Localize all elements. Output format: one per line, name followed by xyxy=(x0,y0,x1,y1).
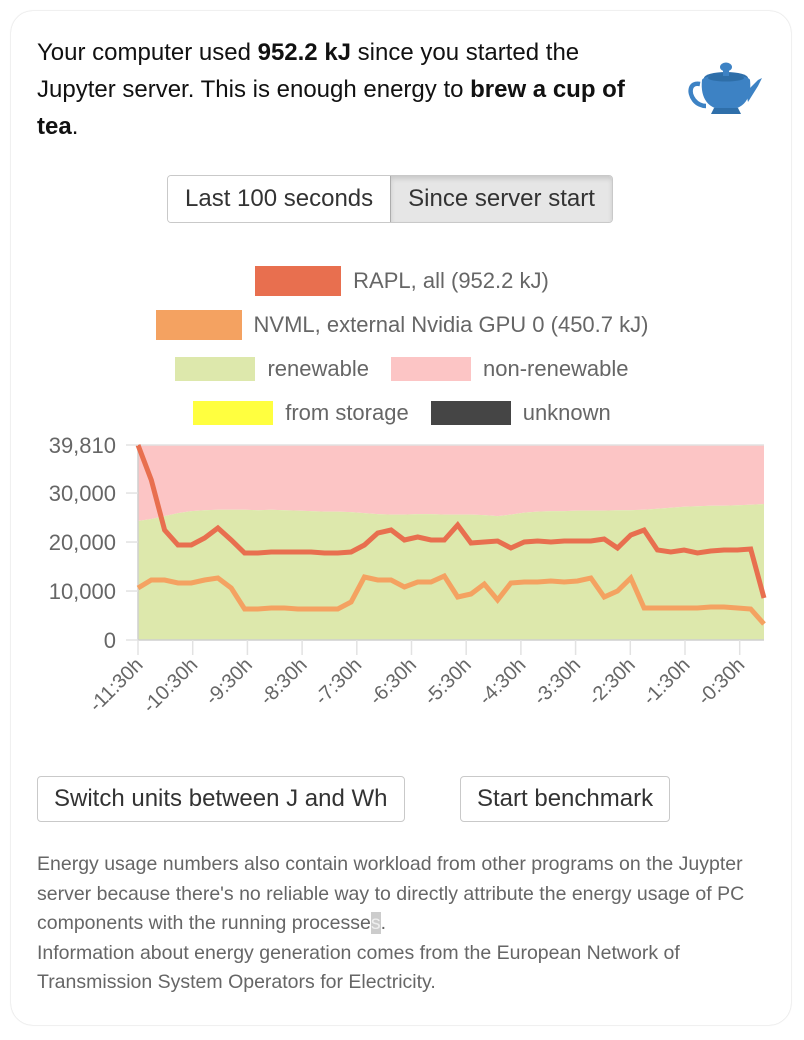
x-tick-label: -4:30h xyxy=(475,654,531,710)
x-tick-label: -6:30h xyxy=(365,654,421,710)
footer-text: . xyxy=(380,912,387,934)
time-range-toggle: Last 100 seconds Since server start xyxy=(167,175,613,223)
legend-swatch-nvml xyxy=(155,310,242,340)
legend-swatch-renewable xyxy=(175,357,256,381)
x-tick-label: -9:30h xyxy=(201,654,257,710)
y-tick-label: 39,810 xyxy=(49,433,116,458)
y-tick-label: 20,000 xyxy=(49,530,116,555)
x-tick-label: -5:30h xyxy=(420,654,476,710)
legend-swatch-non-renewable xyxy=(390,357,471,381)
y-tick-label: 10,000 xyxy=(49,579,116,604)
legend-row-4: from storage unknown xyxy=(0,400,804,426)
legend-item-non-renewable[interactable]: non-renewable xyxy=(390,356,629,382)
text-selection: s xyxy=(370,912,381,934)
legend-item-from-storage[interactable]: from storage xyxy=(193,400,409,426)
energy-summary: Your computer used 952.2 kJ since you st… xyxy=(37,34,657,145)
legend-label: NVML, external Nvidia GPU 0 (450.7 kJ) xyxy=(253,312,649,337)
start-benchmark-button[interactable]: Start benchmark xyxy=(460,776,671,822)
legend-item-rapl[interactable]: RAPL, all (952.2 kJ) xyxy=(255,266,549,296)
range-since-server-start-button[interactable]: Since server start xyxy=(390,176,612,222)
footer-notes: Energy usage numbers also contain worklo… xyxy=(37,850,757,998)
x-tick-label: -2:30h xyxy=(584,654,640,710)
footer-text: Energy usage numbers also contain worklo… xyxy=(37,853,745,934)
legend-label: non-renewable xyxy=(482,356,629,381)
legend-label: from storage xyxy=(285,400,409,425)
footer-source-note: Information about energy generation come… xyxy=(37,941,680,994)
legend-row-2: NVML, external Nvidia GPU 0 (450.7 kJ) xyxy=(0,310,804,340)
range-last-100-seconds-button[interactable]: Last 100 seconds xyxy=(168,176,391,222)
y-tick-label: 30,000 xyxy=(49,481,116,506)
x-tick-label: -10:30h xyxy=(139,654,203,718)
x-tick-label: -1:30h xyxy=(639,654,695,710)
x-axis: -11:30h-10:30h -9:30h -8:30h -7:30h -6:30h -5… xyxy=(85,640,749,718)
energy-chart: 0 10,000 20,000 30,000 39,810 -11:30h-10:30h… xyxy=(49,433,767,718)
legend-label: RAPL, all (952.2 kJ) xyxy=(353,268,549,293)
x-tick-label: -8:30h xyxy=(256,654,312,710)
legend-item-renewable[interactable]: renewable xyxy=(175,356,369,382)
legend-row-3: renewable non-renewable xyxy=(0,356,804,382)
renewable-area xyxy=(138,504,764,640)
legend-swatch-unknown xyxy=(430,401,511,425)
legend-item-nvml[interactable]: NVML, external Nvidia GPU 0 (450.7 kJ) xyxy=(155,310,649,340)
legend-label: unknown xyxy=(522,400,611,425)
switch-units-button[interactable]: Switch units between J and Wh xyxy=(37,776,405,822)
x-tick-label: -3:30h xyxy=(529,654,585,710)
footer-workload-note: Energy usage numbers also contain worklo… xyxy=(37,850,757,939)
x-tick-label: -11:30h xyxy=(85,654,147,716)
summary-suffix: . xyxy=(71,113,79,140)
legend-item-unknown[interactable]: unknown xyxy=(430,400,611,426)
energy-total: 952.2 kJ xyxy=(257,39,352,66)
summary-prefix: Your computer used xyxy=(37,39,258,66)
teapot-icon xyxy=(688,62,762,114)
legend-row-1: RAPL, all (952.2 kJ) xyxy=(0,266,804,296)
legend-swatch-from-storage xyxy=(193,401,274,425)
x-tick-label: -0:30h xyxy=(694,654,750,710)
x-tick-label: -7:30h xyxy=(311,654,367,710)
legend-swatch-rapl xyxy=(255,266,342,296)
legend-label: renewable xyxy=(267,356,369,381)
y-tick-label: 0 xyxy=(104,628,116,653)
y-axis: 0 10,000 20,000 30,000 39,810 xyxy=(49,433,138,653)
